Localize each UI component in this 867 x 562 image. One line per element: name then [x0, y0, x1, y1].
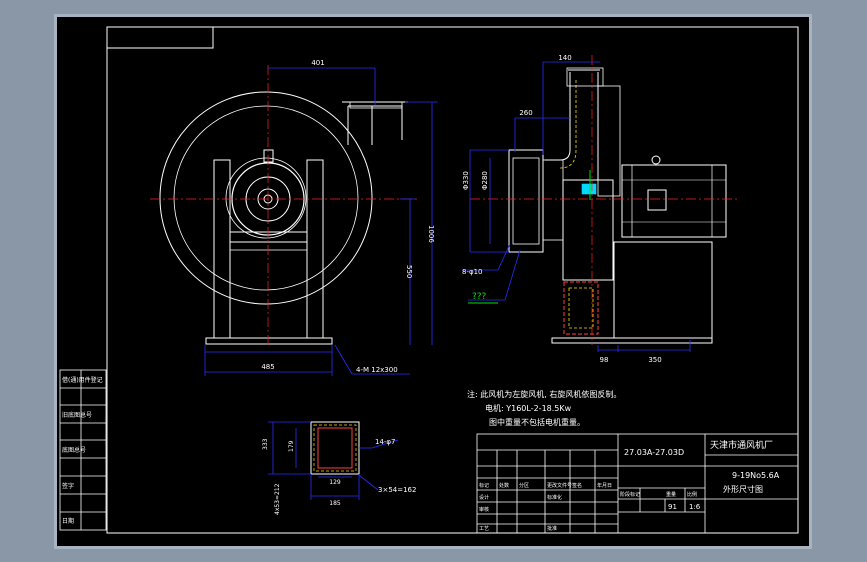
strip-label-6: 签字 [62, 482, 74, 490]
tb-label-zone: 分区 [519, 482, 529, 489]
drawing-canvas: 借(通)用件登记 旧底图总号 底图总号 签字 日期 401 1006 550 4… [0, 0, 867, 562]
dim-260: 260 [519, 109, 532, 117]
strip-label-2: 旧底图总号 [62, 411, 92, 419]
coupling [581, 183, 597, 195]
tb-label-process: 工艺 [479, 526, 489, 532]
tb-label-date: 年月日 [597, 482, 612, 489]
tb-label-weight: 重量 [666, 491, 676, 498]
drawing-number: 27.03A-27.03D [624, 448, 684, 457]
dim-98: 98 [600, 356, 609, 364]
tb-label-stage: 阶段标记 [620, 491, 640, 498]
dim-phi330: Φ330 [462, 171, 470, 190]
note-line-1: 注: 此风机为左旋风机, 右旋风机依图反制。 [467, 389, 621, 399]
tb-label-design: 设计 [479, 494, 489, 501]
drawing-sheet [57, 17, 809, 546]
tb-label-review: 审核 [479, 506, 489, 513]
tb-label-mark: 标记 [479, 482, 489, 489]
tb-label-sign: 签名 [572, 482, 582, 489]
dim-140: 140 [558, 54, 571, 62]
strip-label-0: 借(通)用件登记 [62, 376, 103, 384]
dim-333: 333 [262, 438, 269, 450]
dim-1006: 1006 [427, 225, 435, 243]
dim-4x53: 4x53=212 [274, 483, 281, 515]
tb-label-approve: 批准 [547, 525, 557, 532]
dim-401: 401 [311, 59, 324, 67]
strip-label-8: 日期 [62, 517, 74, 525]
fan-model: 9-19No5.6A [732, 471, 780, 480]
dim-129: 129 [329, 479, 341, 486]
dim-550: 550 [405, 265, 413, 278]
dim-holes-14: 14-φ7 [375, 438, 396, 446]
drawing-name: 外形尺寸图 [723, 484, 763, 494]
tb-label-change: 更改文件号 [547, 482, 572, 489]
scale-count: 91 [668, 503, 677, 511]
scale-value: 1:6 [689, 503, 701, 511]
dim-179: 179 [288, 440, 295, 452]
dim-qqq: ??? [472, 292, 487, 302]
company-name: 天津市通风机厂 [710, 439, 773, 451]
note-line-3: 图中重量不包括电机重量。 [489, 417, 585, 427]
dim-holes-3x54: 3×54=162 [378, 486, 416, 494]
strip-label-4: 底图总号 [62, 446, 86, 454]
dim-350: 350 [648, 356, 661, 364]
note-line-2: 电机: Y160L-2-18.5Kw [485, 403, 572, 413]
dim-485: 485 [261, 363, 274, 371]
dim-phi280: Φ280 [481, 171, 489, 190]
tb-label-std: 标准化 [547, 494, 562, 501]
dim-base-holes: 4-M 12x300 [356, 366, 398, 374]
tb-label-count: 处数 [499, 482, 509, 489]
dim-bolts-8: 8-φ10 [462, 268, 483, 276]
tb-label-ratio: 比例 [687, 491, 697, 498]
dim-185: 185 [329, 500, 341, 507]
